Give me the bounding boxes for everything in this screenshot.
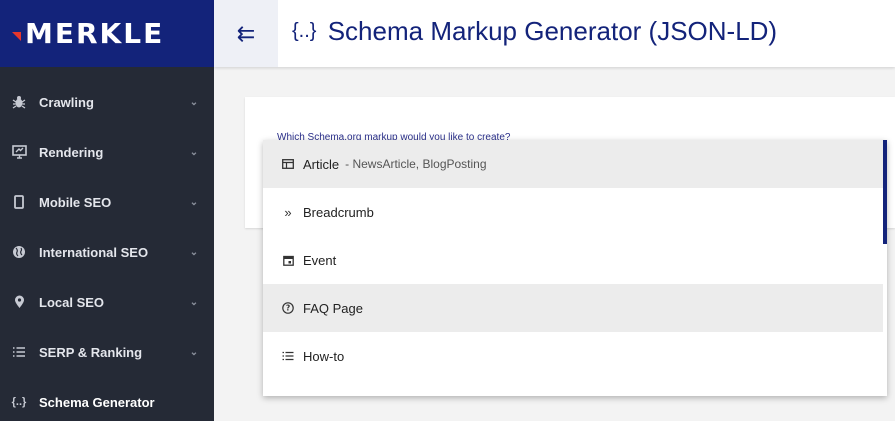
article-icon <box>278 159 298 169</box>
collapse-sidebar-button[interactable]: ⇇ <box>214 0 278 67</box>
sidebar-item-international-seo[interactable]: International SEO ⌄ <box>0 227 214 277</box>
schema-type-dropdown[interactable]: Article - NewsArticle, BlogPosting » Bre… <box>263 140 887 396</box>
option-label: Event <box>303 252 337 268</box>
page-title: {..} Schema Markup Generator (JSON-LD) <box>292 16 777 47</box>
sidebar-item-label: Crawling <box>39 94 94 110</box>
sidebar-item-serp-ranking[interactable]: SERP & Ranking ⌄ <box>0 327 214 377</box>
globe-icon <box>10 245 28 259</box>
option-event[interactable]: Event <box>263 236 883 284</box>
braces-icon: {..} <box>292 20 317 42</box>
bug-icon <box>10 95 28 109</box>
logo-text: MERKLE <box>25 17 165 50</box>
sidebar: MERKLE Crawling ⌄ Rendering ⌄ Mobile SEO… <box>0 0 214 421</box>
option-label: How-to <box>303 348 345 364</box>
chevron-down-icon: ⌄ <box>189 246 199 258</box>
phone-icon <box>10 195 28 209</box>
option-how-to[interactable]: How-to <box>263 332 883 380</box>
chevron-down-icon: ⌄ <box>189 346 199 358</box>
chevron-down-icon: ⌄ <box>189 296 199 308</box>
sidebar-item-label: Mobile SEO <box>39 194 112 210</box>
chevron-down-icon: ⌄ <box>189 96 199 108</box>
svg-text:?: ? <box>286 304 290 313</box>
monitor-icon <box>10 145 28 159</box>
page-title-text: Schema Markup Generator (JSON-LD) <box>327 16 778 46</box>
collapse-icon: ⇇ <box>236 20 256 46</box>
sidebar-item-rendering[interactable]: Rendering ⌄ <box>0 127 214 177</box>
option-label: Breadcrumb <box>303 204 374 220</box>
list-icon <box>10 346 28 358</box>
sidebar-item-label: Schema Generator <box>39 394 155 410</box>
pin-icon <box>10 295 28 309</box>
double-chevron-icon: » <box>284 204 292 220</box>
dropdown-scrollbar[interactable] <box>883 140 887 244</box>
option-sublabel: - NewsArticle, BlogPosting <box>345 157 487 171</box>
option-breadcrumb[interactable]: » Breadcrumb <box>263 188 883 236</box>
sidebar-item-label: SERP & Ranking <box>39 344 143 360</box>
top-bar: ⇇ {..} Schema Markup Generator (JSON-LD) <box>214 0 895 67</box>
sidebar-item-schema-generator[interactable]: {..} Schema Generator <box>0 377 214 421</box>
sidebar-item-mobile-seo[interactable]: Mobile SEO ⌄ <box>0 177 214 227</box>
braces-icon: {..} <box>11 396 27 408</box>
calendar-icon <box>278 255 298 266</box>
option-label: Article <box>303 156 340 172</box>
option-label: FAQ Page <box>303 300 363 316</box>
sidebar-item-crawling[interactable]: Crawling ⌄ <box>0 77 214 127</box>
sidebar-item-label: Local SEO <box>39 294 105 310</box>
question-circle-icon: ? <box>278 302 298 314</box>
logo-mark <box>12 32 21 41</box>
sidebar-item-label: Rendering <box>39 144 104 160</box>
option-faq-page[interactable]: ? FAQ Page <box>263 284 883 332</box>
sidebar-item-local-seo[interactable]: Local SEO ⌄ <box>0 277 214 327</box>
sidebar-item-label: International SEO <box>39 244 149 260</box>
chevron-down-icon: ⌄ <box>189 196 199 208</box>
option-article[interactable]: Article - NewsArticle, BlogPosting <box>263 140 883 188</box>
chevron-down-icon: ⌄ <box>189 146 199 158</box>
list-icon <box>278 351 298 361</box>
logo[interactable]: MERKLE <box>0 0 214 67</box>
